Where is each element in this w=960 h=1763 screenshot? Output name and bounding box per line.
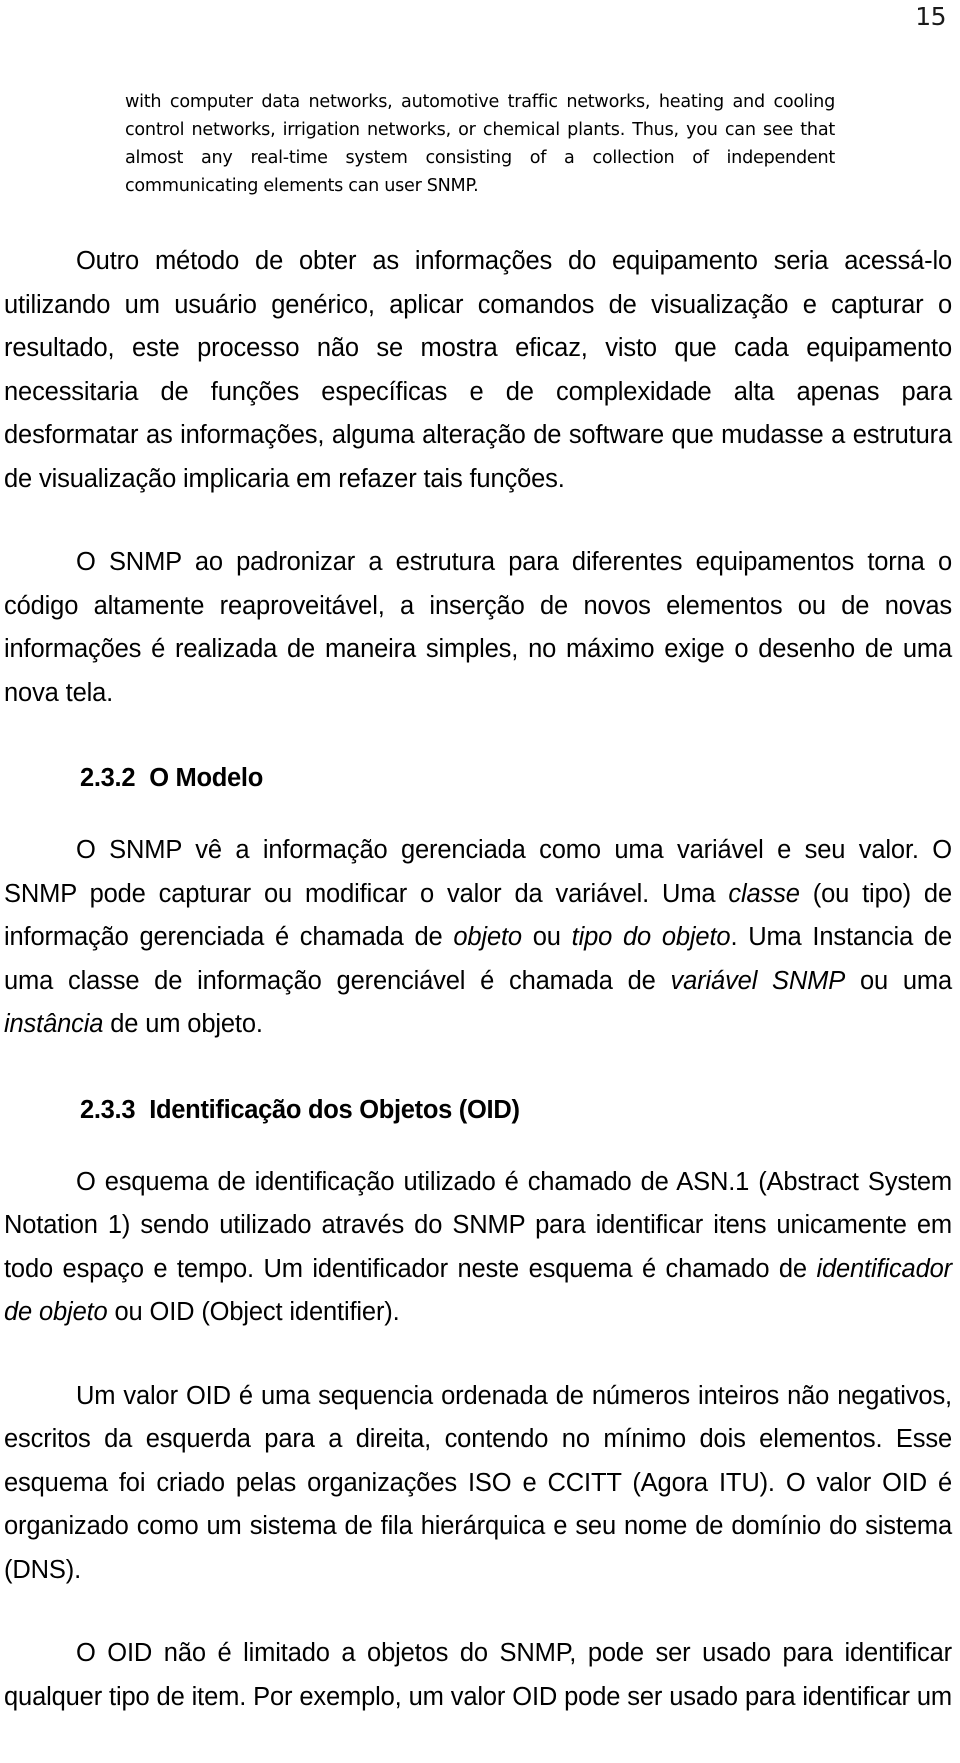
paragraph-valor-oid: Um valor OID é uma sequencia ordenada de… <box>4 1381 952 1584</box>
italic-classe: classe <box>728 879 800 908</box>
quote-block-text: with computer data networks, automotive … <box>125 92 835 196</box>
heading-2-3-2-number: 2.3.2 <box>80 764 136 792</box>
heading-2-3-3-title: Identificação dos Objetos (OID) <box>149 1095 520 1124</box>
text-segment: O esquema de identificação utilizado é c… <box>4 1167 952 1283</box>
italic-instancia: instância <box>4 1010 104 1038</box>
heading-2-3-2: 2.3.2 O Modelo <box>4 761 952 795</box>
paragraph-snmp-padronizar: O SNMP ao padronizar a estrutura para di… <box>4 548 952 707</box>
body-column: Outro método de obter as informações do … <box>0 240 960 1763</box>
quote-block: with computer data networks, automotive … <box>125 88 835 200</box>
document-page: 15 with computer data networks, automoti… <box>0 0 960 1711</box>
page-content: with computer data networks, automotive … <box>0 88 960 1763</box>
text-segment: ou <box>521 923 572 951</box>
paragraph-outro-metodo: Outro método de obter as informações do … <box>4 247 952 493</box>
heading-2-3-3-number: 2.3.3 <box>80 1095 136 1124</box>
heading-2-3-3: 2.3.3 Identificação dos Objetos (OID) <box>4 1093 952 1127</box>
italic-objeto: objeto <box>453 923 522 951</box>
text-segment: ou uma <box>845 966 952 995</box>
paragraph-o-modelo-body: O SNMP vê a informação gerenciada como u… <box>4 829 952 1047</box>
italic-tipo-do-objeto: tipo do objeto <box>571 923 731 951</box>
text-segment: ou OID (Object identifier). <box>107 1298 400 1326</box>
paragraph-oid-nao-limitado: O OID não é limitado a objetos do SNMP, … <box>4 1639 952 1711</box>
page-number: 15 <box>915 2 946 31</box>
italic-variavel-snmp: variável SNMP <box>670 966 846 995</box>
paragraph-oid-asn1: O esquema de identificação utilizado é c… <box>4 1161 952 1335</box>
heading-2-3-2-title: O Modelo <box>149 764 263 792</box>
text-segment: de um objeto. <box>103 1010 263 1038</box>
